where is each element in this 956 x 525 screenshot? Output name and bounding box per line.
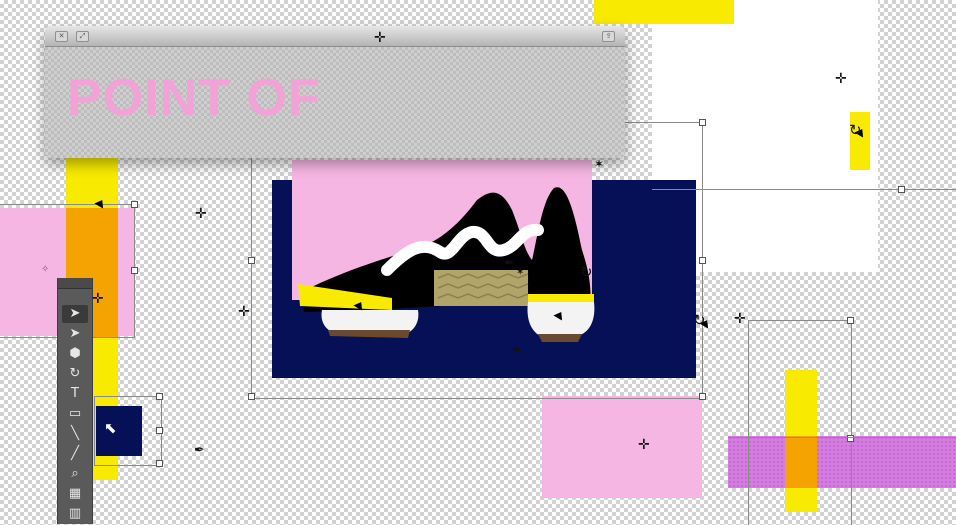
zoom-tool[interactable]: ⌕: [62, 465, 88, 483]
line-tool[interactable]: ╲: [62, 425, 88, 443]
pen-cursor-icon: ✒: [512, 343, 523, 358]
guide-line-purple: [728, 437, 956, 438]
graph-tool[interactable]: ▥: [62, 505, 88, 523]
move-cursor-icon: ✛: [195, 206, 207, 222]
direct-select-cursor-icon: ⬉: [104, 419, 117, 437]
rotate-cursor-icon: ↻: [849, 121, 862, 139]
pen-cursor-icon: ✒: [504, 256, 515, 271]
anchor-point-icon: ✧: [41, 264, 50, 275]
selection-handle-bottom-left[interactable]: [248, 393, 255, 400]
expand-icon[interactable]: ⤢: [76, 31, 89, 42]
rotate-cursor-icon: ↻: [580, 263, 593, 281]
guide-handle[interactable]: [898, 186, 905, 193]
right-handle-top[interactable]: [847, 317, 854, 324]
move-cursor-icon: ✛: [638, 437, 650, 453]
sparkle-icon: ✶: [594, 157, 605, 171]
move-cursor-icon: ✛: [374, 30, 386, 46]
window-display-text: POINT OF: [67, 69, 321, 127]
tools-panel-header[interactable]: [58, 278, 92, 289]
floating-window[interactable]: ✕ ⤢ ⇪ POINT OF: [45, 26, 625, 158]
pen-cursor-icon: ✒: [194, 443, 205, 458]
move-cursor-icon: ✛: [238, 304, 250, 320]
right-selection-frame[interactable]: [748, 320, 852, 525]
brush-tool[interactable]: ╱: [62, 445, 88, 463]
gradient-tool[interactable]: ▦: [62, 485, 88, 503]
selection-handle-left[interactable]: [248, 257, 255, 264]
selection-handle-right[interactable]: [699, 257, 706, 264]
left-handle-mid[interactable]: [131, 267, 138, 274]
selection-handle-top-right[interactable]: [699, 119, 706, 126]
thumb-handle-right[interactable]: [156, 427, 163, 434]
guide-line-horizontal: [652, 189, 956, 190]
left-handle-top[interactable]: [131, 201, 138, 208]
selection-tool[interactable]: ➤: [62, 305, 88, 323]
window-title-bar[interactable]: ✕ ⤢ ⇪: [45, 26, 625, 47]
rectangle-tool[interactable]: ▭: [62, 405, 88, 423]
tools-panel: ➤ ➤ ⬢ ↻ T ▭ ╲ ╱ ⌕ ▦ ▥: [57, 278, 93, 524]
pen-tool[interactable]: ⬢: [62, 345, 88, 363]
move-cursor-icon: ✛: [835, 71, 847, 87]
direct-selection-tool[interactable]: ➤: [62, 325, 88, 343]
thumb-handle-top-right[interactable]: [156, 393, 163, 400]
thumb-handle-bottom-right[interactable]: [156, 460, 163, 467]
move-cursor-icon: ✛: [734, 311, 746, 327]
type-tool[interactable]: T: [62, 385, 88, 403]
move-cursor-icon: ✛: [92, 291, 104, 307]
share-icon[interactable]: ⇪: [602, 31, 615, 42]
yellow-block-top: [594, 0, 734, 24]
rotate-cursor-icon: ↻: [693, 311, 706, 329]
selection-handle-bottom-right[interactable]: [699, 393, 706, 400]
lasso-tool[interactable]: ↻: [62, 365, 88, 383]
main-selection-frame[interactable]: [251, 122, 703, 399]
pink-block-bottom: [542, 396, 702, 498]
close-icon[interactable]: ✕: [55, 31, 68, 42]
sparkle-icon: ✶: [516, 267, 525, 278]
